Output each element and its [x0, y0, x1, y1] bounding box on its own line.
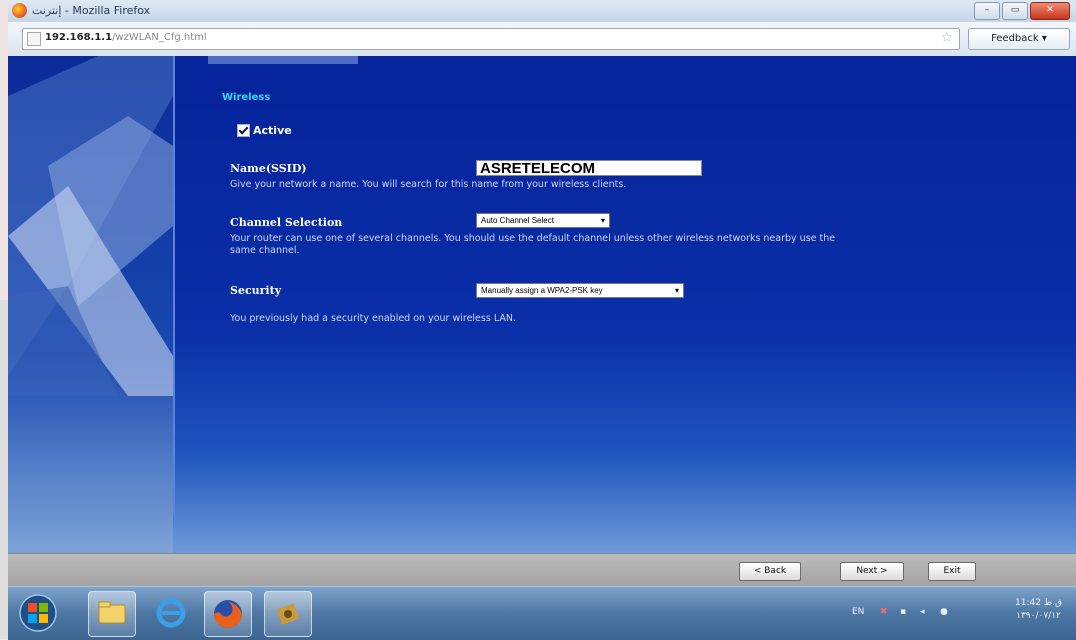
- minimize-button[interactable]: –: [974, 2, 1000, 20]
- dropdown-arrow-icon: ▾: [674, 286, 679, 295]
- internet-explorer-icon: [156, 598, 186, 628]
- next-button[interactable]: Next >: [840, 562, 904, 581]
- section-heading-cut: [208, 56, 358, 64]
- tray-status-icon[interactable]: ●: [940, 607, 948, 617]
- volume-icon[interactable]: ◂: [920, 607, 925, 617]
- page-edge-top: [0, 0, 8, 300]
- language-indicator[interactable]: EN: [852, 607, 864, 617]
- window-title-bar: إنترنت - Mozilla Firefox – ▭ ✕: [8, 0, 1076, 23]
- panel-divider: [173, 56, 175, 516]
- security-selected: Manually assign a WPA2-PSK key: [481, 286, 603, 295]
- window-title: إنترنت - Mozilla Firefox: [32, 4, 151, 17]
- page-icon: [27, 32, 41, 46]
- taskbar-app-button[interactable]: [264, 591, 312, 637]
- ssid-input[interactable]: ASRETELECOM: [476, 160, 702, 177]
- left-decor-panel: [8, 56, 173, 553]
- taskbar-ie-button[interactable]: [148, 591, 194, 635]
- feedback-button[interactable]: Feedback ▾: [968, 28, 1070, 50]
- clock[interactable]: 11:42 ق.ظ ١٣٩٠/٠٧/١٢: [1015, 597, 1062, 623]
- back-button[interactable]: < Back: [739, 562, 801, 581]
- active-checkbox[interactable]: [237, 124, 250, 137]
- dropdown-arrow-icon: ▾: [600, 216, 605, 225]
- url-path: /wzWLAN_Cfg.html: [112, 32, 207, 43]
- taskbar-explorer-button[interactable]: [88, 591, 136, 637]
- folder-icon: [98, 601, 126, 624]
- address-bar[interactable]: 192.168.1.1/wzWLAN_Cfg.html ☆: [22, 28, 960, 50]
- clock-date: ١٣٩٠/٠٧/١٢: [1016, 611, 1061, 621]
- gear-tool-icon: [276, 603, 300, 625]
- router-setup-page: Wireless Active Name(SSID) ASRETELECOM G…: [8, 56, 1076, 553]
- firefox-icon: [214, 600, 242, 628]
- feedback-label: Feedback: [991, 33, 1039, 44]
- firefox-icon: [12, 3, 27, 18]
- active-checkbox-row[interactable]: Active: [237, 124, 292, 137]
- channel-help-line2: same channel.: [230, 245, 300, 256]
- exit-button[interactable]: Exit: [928, 562, 976, 581]
- ssid-label: Name(SSID): [230, 162, 307, 175]
- tray-app-icon[interactable]: ▪: [900, 607, 906, 617]
- network-icon[interactable]: ✖: [880, 607, 888, 617]
- address-text[interactable]: 192.168.1.1/wzWLAN_Cfg.html: [45, 32, 207, 43]
- bookmark-star-icon[interactable]: ☆: [940, 30, 953, 46]
- navigation-bar: 192.168.1.1/wzWLAN_Cfg.html ☆ Feedback ▾: [8, 22, 1076, 57]
- page-edge-bottom: [0, 300, 8, 639]
- wizard-button-bar: < Back Next > Exit: [8, 553, 1076, 587]
- maximize-button[interactable]: ▭: [1002, 2, 1028, 20]
- security-label: Security: [230, 284, 282, 297]
- system-tray: EN ✖ ▪ ◂ ● 11:42 ق.ظ ١٣٩٠/٠٧/١٢: [836, 587, 1076, 640]
- channel-selected: Auto Channel Select: [481, 216, 554, 225]
- close-button[interactable]: ✕: [1030, 2, 1070, 20]
- security-help-text: You previously had a security enabled on…: [230, 313, 516, 324]
- active-label: Active: [253, 124, 292, 137]
- start-orb-icon[interactable]: [18, 593, 58, 633]
- url-host: 192.168.1.1: [45, 32, 113, 43]
- window-controls: – ▭ ✕: [972, 2, 1070, 20]
- taskbar-firefox-button[interactable]: [204, 591, 252, 637]
- ssid-help-text: Give your network a name. You will searc…: [230, 179, 627, 190]
- clock-time: 11:42 ق.ظ: [1015, 598, 1062, 608]
- windows-taskbar: EN ✖ ▪ ◂ ● 11:42 ق.ظ ١٣٩٠/٠٧/١٢: [8, 586, 1076, 640]
- wireless-section-link[interactable]: Wireless: [222, 92, 270, 103]
- channel-select[interactable]: Auto Channel Select ▾: [476, 213, 610, 228]
- channel-selection-label: Channel Selection: [230, 216, 343, 229]
- x-logo-graphic: [8, 56, 173, 396]
- security-select[interactable]: Manually assign a WPA2-PSK key ▾: [476, 283, 684, 298]
- channel-help-line1: Your router can use one of several chann…: [230, 233, 836, 244]
